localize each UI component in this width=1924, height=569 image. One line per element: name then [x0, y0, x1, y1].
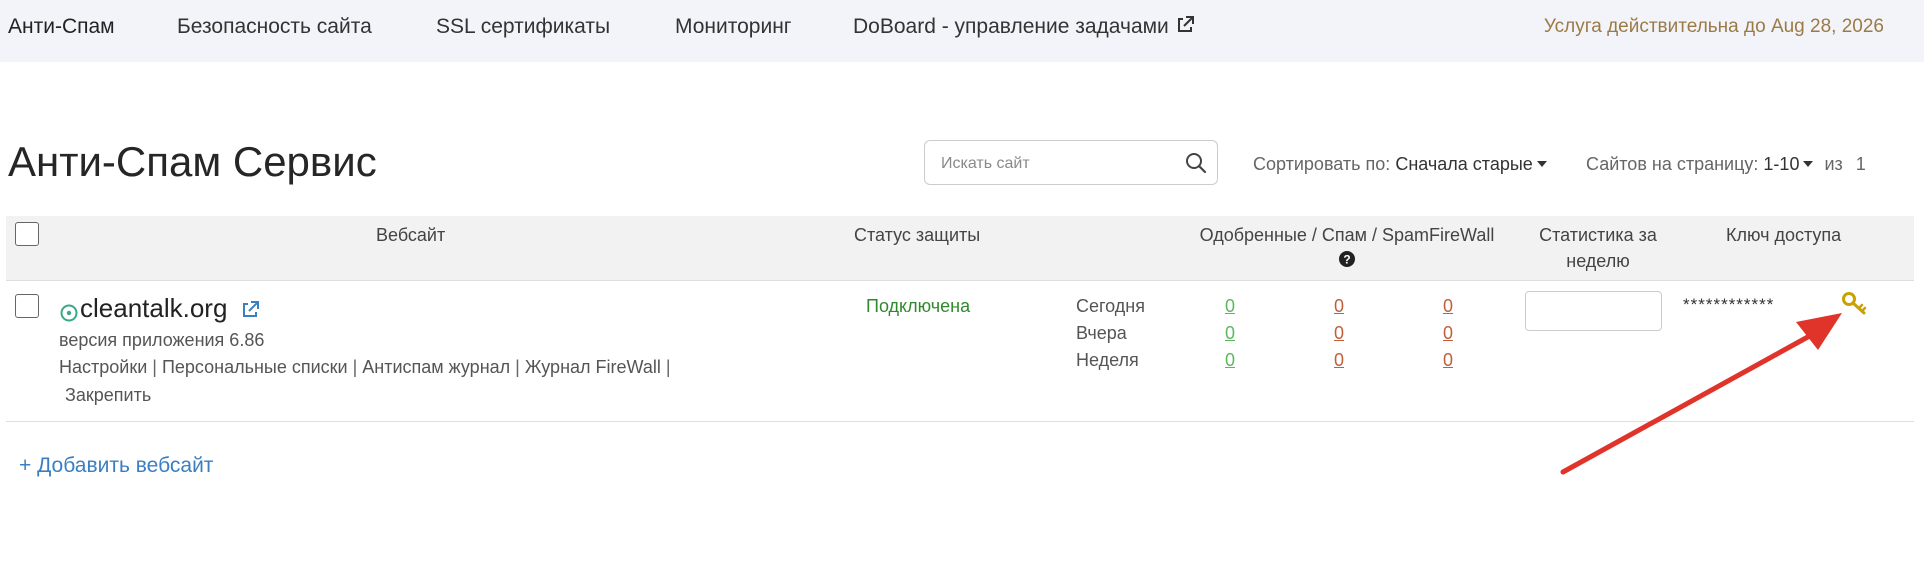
nav-item-site-security[interactable]: Безопасность сайта: [177, 15, 372, 39]
page-title: Анти-Спам Сервис: [8, 138, 377, 185]
site-status-icon: [60, 304, 78, 322]
approved-week[interactable]: 0: [1225, 350, 1235, 371]
per-page-label: Сайтов на страницу:: [1586, 154, 1759, 174]
nav-item-ssl[interactable]: SSL сертификаты: [436, 15, 610, 39]
site-name-link[interactable]: cleantalk.org: [80, 293, 227, 324]
spam-yesterday[interactable]: 0: [1334, 323, 1344, 344]
link-personal-lists[interactable]: Персональные списки: [162, 357, 348, 377]
link-separator: |: [515, 357, 520, 377]
header-week-stats-line1: Статистика за: [1539, 225, 1657, 245]
chevron-down-icon: [1803, 161, 1814, 167]
week-stats-chart: [1525, 291, 1662, 331]
external-link-icon: [1177, 16, 1194, 32]
sort-control: Сортировать по: Сначала старые: [1253, 154, 1547, 175]
period-today-label: Сегодня: [1076, 296, 1145, 316]
approved-today[interactable]: 0: [1225, 296, 1235, 317]
sfw-week[interactable]: 0: [1443, 350, 1453, 371]
add-website-link[interactable]: + Добавить вебсайт: [19, 454, 213, 478]
link-separator: |: [665, 357, 671, 377]
nav-item-monitoring[interactable]: Мониторинг: [675, 15, 791, 39]
header-counts: Одобренные / Спам / SpamFireWall ?: [1177, 222, 1517, 274]
period-yesterday-label: Вчера: [1076, 323, 1127, 343]
select-all-checkbox[interactable]: [15, 222, 39, 246]
svg-text:?: ?: [1343, 253, 1350, 267]
nav-item-antispam[interactable]: Анти-Спам: [8, 15, 115, 39]
link-separator: |: [152, 357, 157, 377]
sort-dropdown[interactable]: Сначала старые: [1395, 154, 1547, 174]
search-icon[interactable]: [1185, 152, 1207, 174]
search-input[interactable]: [939, 141, 1183, 186]
sort-label: Сортировать по:: [1253, 154, 1391, 174]
header-counts-label: Одобренные / Спам / SpamFireWall: [1199, 225, 1495, 245]
per-page-dropdown[interactable]: 1-10: [1763, 154, 1814, 174]
header-week-stats-line2: неделю: [1566, 251, 1630, 271]
search-box: [924, 140, 1218, 186]
sfw-yesterday[interactable]: 0: [1443, 323, 1453, 344]
top-navigation: Анти-Спам Безопасность сайта SSL сертифи…: [0, 0, 1924, 62]
spam-week[interactable]: 0: [1334, 350, 1344, 371]
per-page-control: Сайтов на страницу: 1-10 из 1: [1586, 154, 1866, 175]
app-version: версия приложения 6.86: [59, 330, 265, 350]
pin-link[interactable]: Закрепить: [65, 385, 151, 406]
sort-value: Сначала старые: [1395, 154, 1533, 174]
header-week-stats: Статистика за неделю: [1523, 222, 1673, 274]
link-settings[interactable]: Настройки: [59, 357, 147, 377]
link-antispam-log[interactable]: Антиспам журнал: [362, 357, 510, 377]
access-key-masked: ************: [1683, 295, 1775, 314]
table-header: Вебсайт Статус защиты Одобренные / Спам …: [6, 216, 1914, 281]
header-access-key: Ключ доступа: [1726, 225, 1842, 245]
sfw-today[interactable]: 0: [1443, 296, 1453, 317]
period-week-label: Неделя: [1076, 350, 1139, 370]
header-protection-status: Статус защиты: [854, 225, 981, 245]
per-page-total: 1: [1855, 154, 1866, 174]
site-action-links: Настройки | Персональные списки | Антиспам ж…: [59, 357, 676, 378]
link-separator: |: [352, 357, 358, 377]
per-page-of-label: из: [1824, 154, 1843, 174]
chevron-down-icon: [1536, 161, 1547, 167]
row-checkbox[interactable]: [15, 294, 39, 318]
service-valid-until: Услуга действительна до Aug 28, 2026: [1543, 16, 1884, 37]
header-website: Вебсайт: [376, 225, 446, 245]
spam-today[interactable]: 0: [1334, 296, 1344, 317]
per-page-value: 1-10: [1763, 154, 1800, 174]
protection-status: Подключена: [866, 296, 971, 316]
approved-yesterday[interactable]: 0: [1225, 323, 1235, 344]
nav-item-doboard-label: DoBoard - управление задачами: [853, 15, 1169, 38]
external-link-icon[interactable]: [240, 300, 260, 320]
key-icon[interactable]: [1841, 290, 1869, 318]
question-circle-icon[interactable]: ?: [1339, 251, 1355, 267]
link-firewall-log[interactable]: Журнал FireWall: [525, 357, 661, 377]
nav-item-doboard[interactable]: DoBoard - управление задачами: [853, 15, 1195, 39]
